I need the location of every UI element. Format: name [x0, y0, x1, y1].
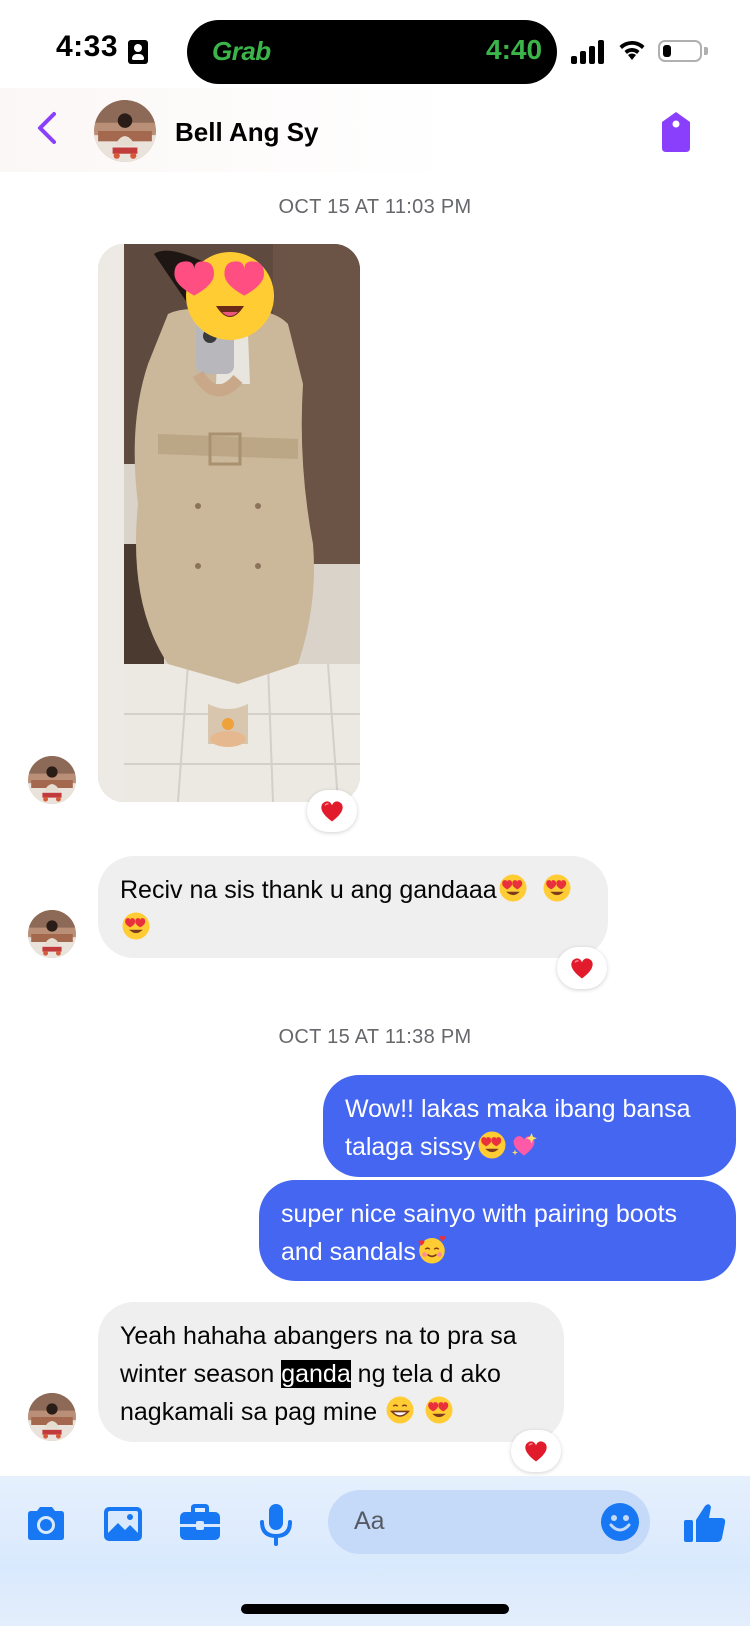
mirror-selfie-image [98, 244, 360, 802]
timestamp: OCT 15 AT 11:03 PM [278, 196, 472, 218]
heart-reaction[interactable] [557, 947, 607, 989]
heart-eyes-icon [121, 911, 151, 941]
sender-avatar[interactable] [28, 910, 76, 958]
island-time: 4:40 [486, 34, 543, 65]
highlighted-word: ganda [281, 1360, 351, 1388]
contact-card-icon [128, 40, 148, 64]
heart-icon [522, 1437, 550, 1465]
heart-icon [568, 954, 596, 982]
battery-icon [658, 40, 702, 62]
image-icon[interactable] [99, 1500, 147, 1548]
heart-eyes-icon [477, 1130, 507, 1160]
photo-message[interactable] [98, 244, 360, 802]
outgoing-message[interactable]: super nice sainyo with pairing boots and… [259, 1180, 736, 1281]
heart-reaction[interactable] [511, 1430, 561, 1472]
grab-logo: Grab [212, 36, 271, 66]
camera-icon[interactable] [22, 1500, 70, 1548]
back-icon[interactable] [28, 106, 68, 150]
heart-reaction[interactable] [307, 790, 357, 832]
contact-avatar[interactable] [94, 100, 156, 162]
status-bar: 4:33 Grab 4:40 [0, 0, 750, 100]
smiling-hearts-icon [417, 1235, 447, 1265]
message-text: super nice sainyo with pairing boots and… [281, 1200, 678, 1266]
heart-icon [318, 797, 346, 825]
wifi-icon [619, 40, 645, 60]
battery-tip [704, 47, 708, 55]
message-text: Reciv na sis thank u ang gandaaa [120, 876, 497, 904]
heart-eyes-icon [498, 873, 528, 903]
message-input[interactable]: Aa [328, 1490, 650, 1554]
sender-avatar[interactable] [28, 756, 76, 804]
grin-icon [385, 1395, 415, 1425]
status-time: 4:33 [56, 30, 119, 63]
tag-icon[interactable] [656, 110, 696, 154]
outgoing-message[interactable]: Wow!! lakas maka ibang bansa talaga siss… [323, 1075, 736, 1177]
home-indicator[interactable] [241, 1604, 509, 1614]
timestamp: OCT 15 AT 11:38 PM [278, 1026, 472, 1048]
contact-name[interactable]: Bell Ang Sy [175, 117, 319, 148]
sparkle-heart-icon [509, 1130, 539, 1160]
sender-avatar[interactable] [28, 1393, 76, 1441]
incoming-message[interactable]: Reciv na sis thank u ang gandaaa [98, 856, 608, 958]
heart-eyes-icon [424, 1395, 454, 1425]
microphone-icon[interactable] [252, 1500, 300, 1548]
thumbs-up-icon[interactable] [681, 1500, 729, 1548]
signal-icon [571, 40, 607, 64]
briefcase-icon[interactable] [176, 1500, 224, 1548]
input-placeholder: Aa [354, 1507, 385, 1535]
chat-header: Bell Ang Sy [0, 88, 750, 172]
emoji-icon[interactable] [600, 1502, 640, 1542]
incoming-message[interactable]: Yeah hahaha abangers na to pra sa winter… [98, 1302, 564, 1442]
heart-eyes-icon [542, 873, 572, 903]
